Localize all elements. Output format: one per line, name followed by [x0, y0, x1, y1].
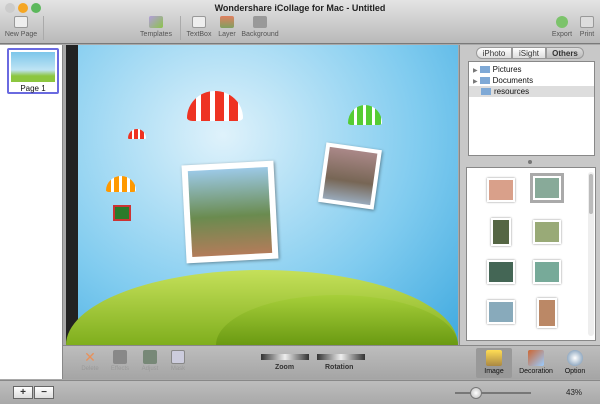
gear-icon [567, 350, 583, 366]
family-photo[interactable] [181, 160, 279, 264]
image-panel-button[interactable]: Image [476, 348, 512, 378]
export-icon [556, 16, 568, 28]
image-thumbnail[interactable] [537, 298, 557, 328]
canvas-edge [66, 45, 78, 345]
delete-icon: ✕ [84, 349, 96, 365]
mask-icon [171, 350, 185, 364]
divider [180, 16, 181, 40]
parachute [128, 129, 146, 139]
plus-icon [14, 16, 28, 28]
background-icon [253, 16, 267, 28]
parachute [106, 176, 136, 192]
image-thumbnail[interactable] [487, 260, 515, 284]
page-thumbnail[interactable]: Page 1 [7, 48, 59, 94]
folder-icon [479, 77, 490, 84]
folder-tree: ▶ Pictures ▶ Documents resources [468, 61, 595, 156]
new-page-button[interactable]: New Page [4, 16, 38, 38]
tree-item-resources[interactable]: resources [469, 86, 594, 97]
folder-icon [481, 88, 491, 95]
adjust-button[interactable]: Adjust [135, 350, 165, 372]
canvas-zoom-knob[interactable] [470, 387, 482, 399]
mask-button[interactable]: Mask [163, 350, 193, 372]
folder-icon [479, 66, 490, 73]
add-page-button[interactable]: + [13, 386, 33, 399]
templates-button[interactable]: Templates [138, 16, 174, 38]
scrollbar[interactable] [588, 172, 594, 336]
image-grid [466, 167, 596, 341]
zoom-label: Zoom [275, 364, 295, 371]
divider [43, 16, 44, 40]
delete-button[interactable]: ✕ Delete [75, 350, 105, 372]
zoom-slider[interactable] [261, 354, 309, 360]
image-thumbnail[interactable] [533, 220, 561, 244]
rotation-slider[interactable] [317, 354, 365, 360]
gift-box [113, 205, 131, 221]
splitter-handle[interactable] [528, 160, 532, 164]
layer-icon [220, 16, 234, 28]
toolbar: Wondershare iCollage for Mac - Untitled … [0, 0, 600, 44]
disclosure-triangle-icon[interactable]: ▶ [473, 79, 478, 85]
rotation-label: Rotation [325, 364, 354, 371]
canvas-zoom-slider[interactable] [455, 392, 531, 394]
page-label: Page 1 [20, 84, 46, 93]
tab-iphoto[interactable]: iPhoto [476, 47, 512, 59]
templates-icon [149, 16, 163, 28]
media-browser: iPhoto iSight Others ▶ Pictures ▶ Document… [459, 45, 600, 345]
tree-item-pictures[interactable]: ▶ Pictures [473, 64, 591, 75]
zoom-percent: 43% [566, 388, 583, 397]
printer-icon [580, 16, 594, 28]
background-button[interactable]: Background [240, 16, 280, 38]
window-title: Wondershare iCollage for Mac - Untitled [214, 3, 386, 13]
tab-isight[interactable]: iSight [512, 47, 546, 59]
effects-icon [113, 350, 127, 364]
parachute [348, 105, 382, 125]
image-icon [486, 350, 502, 366]
decoration-icon [528, 350, 544, 366]
layer-button[interactable]: Layer [216, 16, 238, 38]
export-button[interactable]: Export [550, 16, 574, 38]
remove-page-button[interactable]: − [34, 386, 54, 399]
text-icon [192, 16, 206, 28]
collage-canvas[interactable] [66, 45, 458, 345]
adjust-icon [143, 350, 157, 364]
tree-item-documents[interactable]: ▶ Documents [473, 75, 591, 86]
image-thumbnail[interactable] [533, 260, 561, 284]
status-bar: + − 43% [0, 380, 600, 404]
print-button[interactable]: Print [576, 16, 598, 38]
decoration-panel-button[interactable]: Decoration [515, 348, 557, 378]
image-thumbnail[interactable] [487, 300, 515, 324]
page-preview [11, 52, 55, 82]
scrollbar-thumb[interactable] [589, 174, 593, 214]
girl-photo[interactable] [318, 142, 382, 210]
parachute [187, 91, 243, 121]
page-list: Page 1 [0, 45, 63, 379]
edit-toolbar: ✕ Delete Effects Adjust Mask Zoom Rotatio… [63, 345, 600, 379]
disclosure-triangle-icon[interactable]: ▶ [473, 68, 478, 74]
textbox-button[interactable]: TextBox [184, 16, 214, 38]
option-panel-button[interactable]: Option [557, 348, 593, 378]
tab-others[interactable]: Others [546, 47, 584, 59]
image-thumbnail[interactable] [491, 218, 511, 246]
image-thumbnail[interactable] [533, 176, 561, 200]
image-thumbnail[interactable] [487, 178, 515, 202]
effects-button[interactable]: Effects [105, 350, 135, 372]
